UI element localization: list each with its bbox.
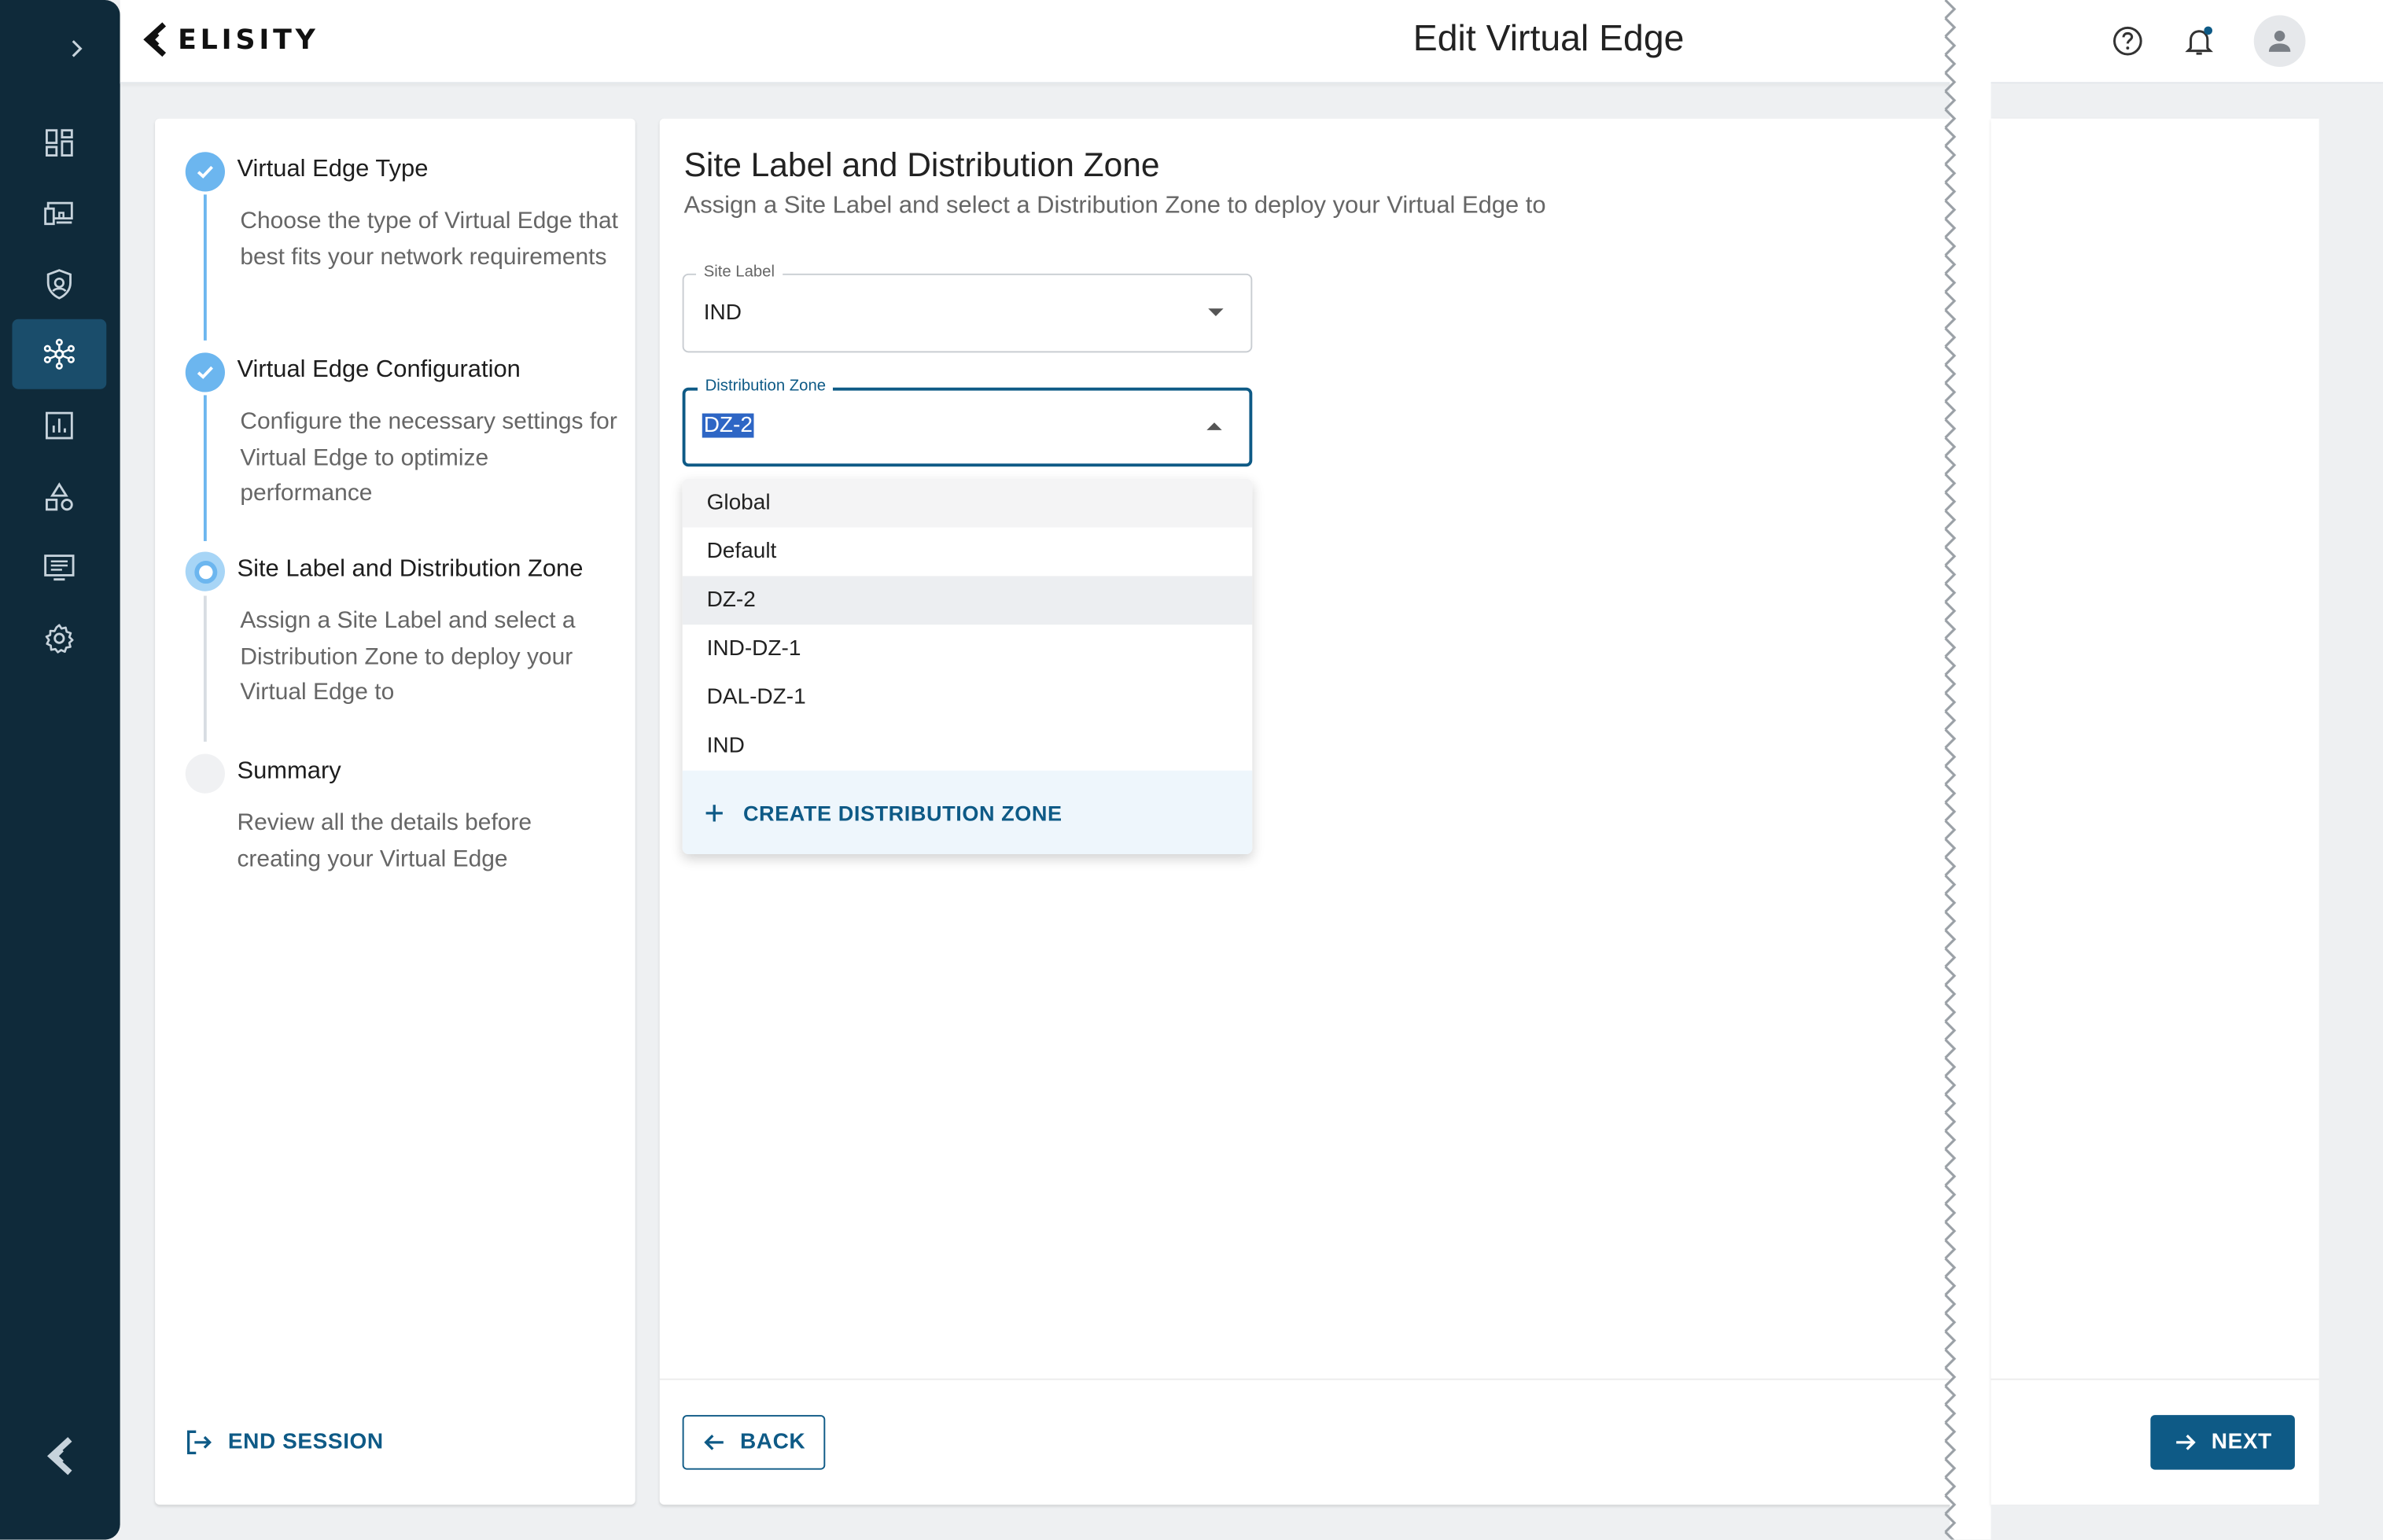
back-label: BACK [739, 1430, 806, 1455]
side-nav [0, 0, 120, 1540]
dropdown-option[interactable]: IND-DZ-1 [683, 624, 1253, 673]
step-title: Virtual Edge Type [237, 157, 429, 182]
section-title: Site Label and Distribution Zone [683, 146, 1160, 184]
step-title: Site Label and Distribution Zone [237, 556, 584, 583]
caret-up-icon[interactable] [1206, 422, 1222, 430]
nav-item-dashboard[interactable] [12, 108, 106, 178]
user-avatar-icon[interactable] [2253, 15, 2306, 68]
distribution-zone-dropdown: Global Default DZ-2 IND-DZ-1 DAL-DZ-1 IN… [682, 478, 1253, 855]
back-button[interactable]: BACK [682, 1415, 826, 1470]
create-distribution-zone-label: CREATE DISTRIBUTION ZONE [742, 800, 1063, 825]
section-subtitle: Assign a Site Label and select a Distrib… [683, 193, 1546, 219]
caret-down-icon[interactable] [1208, 308, 1224, 316]
elisity-mark-icon[interactable] [42, 1435, 76, 1477]
app-root: ELISITY Edit Virtual Edge Virtual Edge T… [0, 0, 2383, 1540]
bell-icon[interactable] [2178, 20, 2220, 62]
footer-divider [1991, 1378, 2319, 1380]
help-icon[interactable] [2106, 20, 2149, 62]
dashboard-icon [46, 129, 73, 157]
current-step-icon [185, 551, 225, 591]
dropdown-option[interactable]: Default [683, 528, 1253, 577]
devices-icon [44, 201, 73, 226]
torn-edge-divider [1933, 0, 2001, 1540]
step-connector [203, 595, 206, 742]
network-icon [43, 338, 75, 370]
dropdown-option[interactable]: IND [683, 722, 1253, 771]
arrow-left-icon [704, 1434, 724, 1450]
nav-item-settings[interactable] [12, 603, 106, 673]
site-label-field-label: Site Label [696, 263, 783, 282]
step-title: Virtual Edge Configuration [237, 357, 521, 383]
dropdown-option[interactable]: DZ-2 [682, 576, 1253, 625]
step-description: Choose the type of Virtual Edge that bes… [240, 208, 619, 271]
step-connector [203, 395, 206, 541]
end-session-label: END SESSION [227, 1430, 384, 1455]
monitor-list-icon [44, 554, 75, 581]
step-description: Review all the details before creating y… [237, 809, 532, 872]
next-label: NEXT [2211, 1430, 2272, 1455]
dropdown-option[interactable]: DAL-DZ-1 [683, 673, 1253, 722]
distribution-zone-field-label: Distribution Zone [697, 377, 834, 396]
nav-item-devices[interactable] [12, 178, 106, 248]
shapes-icon [46, 482, 73, 511]
arrow-right-icon [2176, 1434, 2196, 1450]
end-session-button[interactable]: END SESSION [186, 1428, 384, 1456]
step-title: Summary [237, 758, 341, 785]
site-label-value: IND [703, 300, 742, 326]
nav-item-network[interactable] [12, 319, 107, 389]
logout-icon [186, 1430, 212, 1455]
nav-item-policy[interactable] [12, 249, 106, 319]
step-description: Assign a Site Label and select a Distrib… [240, 607, 576, 706]
step-connector [203, 194, 206, 341]
next-button[interactable]: NEXT [2150, 1415, 2295, 1470]
pending-step-icon [185, 753, 225, 794]
distribution-zone-value[interactable]: DZ-2 [702, 413, 754, 438]
site-label-select[interactable]: Site Label IND [682, 263, 1253, 353]
plus-icon [705, 804, 723, 821]
distribution-zone-select[interactable]: Distribution Zone DZ-2 [682, 377, 1253, 467]
chevron-right-icon[interactable] [61, 34, 91, 64]
nav-item-analytics[interactable] [12, 391, 106, 461]
nav-item-monitor[interactable] [12, 532, 106, 602]
dropdown-option[interactable]: Global [682, 478, 1253, 528]
step-description: Configure the necessary settings for Vir… [240, 408, 617, 507]
nav-item-shapes[interactable] [12, 462, 106, 532]
background-strip [2319, 83, 2383, 1540]
wizard-stepper: Virtual Edge Type Choose the type of Vir… [155, 118, 635, 1505]
settings-gear-icon [45, 624, 74, 654]
create-distribution-zone-button[interactable]: CREATE DISTRIBUTION ZONE [682, 770, 1253, 855]
check-circle-icon [185, 152, 225, 192]
check-circle-icon [185, 352, 225, 392]
analytics-icon [46, 411, 73, 440]
background-strip [1991, 1505, 2383, 1540]
policy-shield-icon [46, 269, 72, 300]
main-panel-right [1991, 118, 2319, 1505]
